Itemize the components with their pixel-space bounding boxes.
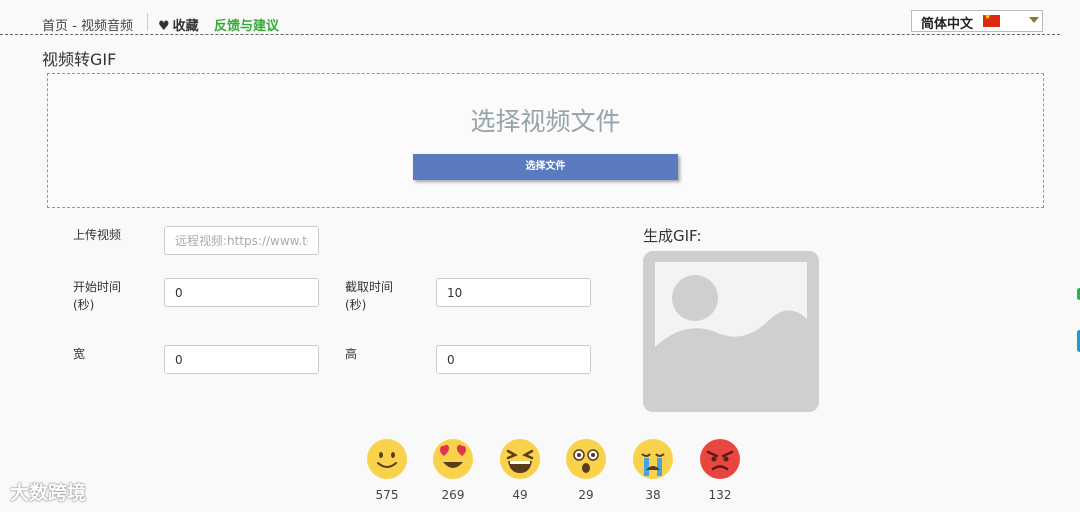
start-time-label-main: 开始时间 xyxy=(73,280,122,294)
duration-input[interactable] xyxy=(436,278,591,307)
width-input[interactable] xyxy=(164,345,319,374)
heart-icon: ♥ xyxy=(158,19,170,34)
heart-eyes-icon xyxy=(433,439,473,479)
breadcrumb[interactable]: 首页 - 视频音频 xyxy=(42,15,133,34)
drop-zone-label: 选择视频文件 xyxy=(470,107,621,136)
top-bar: 首页 - 视频音频 ♥ 收藏 反馈与建议 简体中文 xyxy=(0,0,1060,35)
chevron-down-icon xyxy=(1029,17,1039,23)
crying-icon xyxy=(633,439,673,479)
reaction-wow[interactable]: 29 xyxy=(565,438,607,502)
reaction-count: 38 xyxy=(645,488,661,502)
reaction-count: 29 xyxy=(578,488,594,502)
video-drop-zone[interactable]: 选择视频文件 选择文件 xyxy=(47,73,1044,208)
surprised-icon xyxy=(566,439,606,479)
remote-video-label: 上传视频 xyxy=(73,228,122,242)
gif-result-title: 生成GIF: xyxy=(643,227,702,245)
reaction-cry[interactable]: 38 xyxy=(632,438,674,502)
cn-flag-icon xyxy=(983,12,1000,27)
reaction-love[interactable]: 269 xyxy=(432,438,474,502)
reaction-smile[interactable]: 575 xyxy=(366,438,408,502)
watermark: 大数跨境 xyxy=(10,482,87,504)
duration-label-unit: (秒) xyxy=(345,298,367,312)
reaction-count: 49 xyxy=(512,488,528,502)
laughing-icon xyxy=(500,439,540,479)
height-label: 高 xyxy=(345,347,358,361)
image-placeholder-icon xyxy=(643,251,819,412)
language-select[interactable]: 简体中文 xyxy=(911,10,1043,32)
width-label: 宽 xyxy=(73,347,86,361)
reaction-count: 269 xyxy=(441,488,465,502)
reaction-count: 132 xyxy=(708,488,732,502)
start-time-input[interactable] xyxy=(164,278,319,307)
smile-icon xyxy=(367,439,407,479)
choose-file-button[interactable]: 选择文件 xyxy=(413,154,678,180)
language-label: 简体中文 xyxy=(921,17,974,32)
reaction-laugh[interactable]: 49 xyxy=(499,438,541,502)
reaction-count: 575 xyxy=(375,488,399,502)
angry-icon xyxy=(700,439,740,479)
favorite-button[interactable]: ♥ 收藏 xyxy=(158,15,199,34)
duration-label-main: 截取时间 xyxy=(345,280,394,294)
reaction-angry[interactable]: 132 xyxy=(699,438,741,502)
remote-video-input[interactable] xyxy=(164,226,319,255)
start-time-label-unit: (秒) xyxy=(73,298,95,312)
duration-label: 截取时间 (秒) xyxy=(345,278,393,314)
divider xyxy=(147,13,148,31)
favorite-label: 收藏 xyxy=(172,19,199,34)
feedback-link[interactable]: 反馈与建议 xyxy=(214,15,279,34)
page-title: 视频转GIF xyxy=(42,50,117,69)
height-input[interactable] xyxy=(436,345,591,374)
start-time-label: 开始时间 (秒) xyxy=(73,278,121,314)
